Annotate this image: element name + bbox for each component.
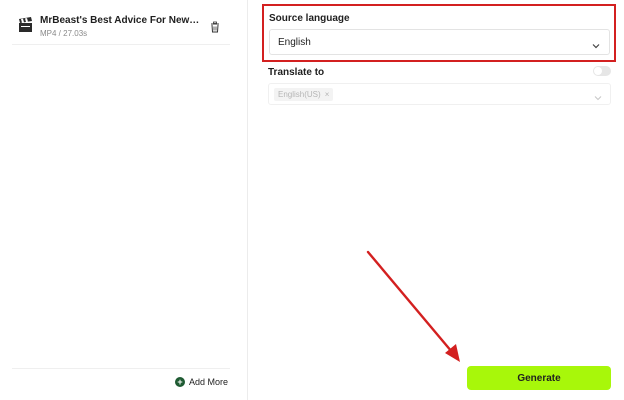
file-title: MrBeast's Best Advice For New YouTu... [40, 15, 200, 26]
language-tag-label: English(US) [278, 90, 321, 99]
left-footer: + Add More [12, 368, 230, 387]
plus-circle-icon: + [174, 377, 185, 387]
tag-remove-icon[interactable]: × [325, 90, 330, 99]
toggle-knob [594, 67, 602, 75]
source-language-highlight: Source language English [262, 4, 616, 62]
file-meta: MP4 / 27.03s [40, 29, 88, 38]
add-more-button[interactable]: + Add More [174, 377, 228, 387]
clapperboard-icon [18, 17, 34, 33]
trash-icon[interactable] [209, 20, 221, 33]
generate-button[interactable]: Generate [467, 366, 611, 390]
source-language-select[interactable]: English [269, 29, 610, 55]
annotation-arrow-icon [366, 250, 460, 362]
translate-to-label: Translate to [268, 67, 325, 78]
file-list-panel: MrBeast's Best Advice For New YouTu... M… [0, 0, 248, 400]
chevron-down-icon [593, 90, 603, 101]
chevron-down-icon [591, 38, 601, 49]
translate-toggle[interactable] [593, 66, 611, 76]
file-item[interactable]: MrBeast's Best Advice For New YouTu... M… [12, 8, 230, 45]
target-language-select[interactable]: English(US) × [268, 83, 611, 105]
source-language-label: Source language [269, 13, 350, 24]
add-more-label: Add More [188, 377, 228, 387]
source-language-value: English [278, 37, 311, 48]
language-tag: English(US) × [274, 88, 334, 101]
